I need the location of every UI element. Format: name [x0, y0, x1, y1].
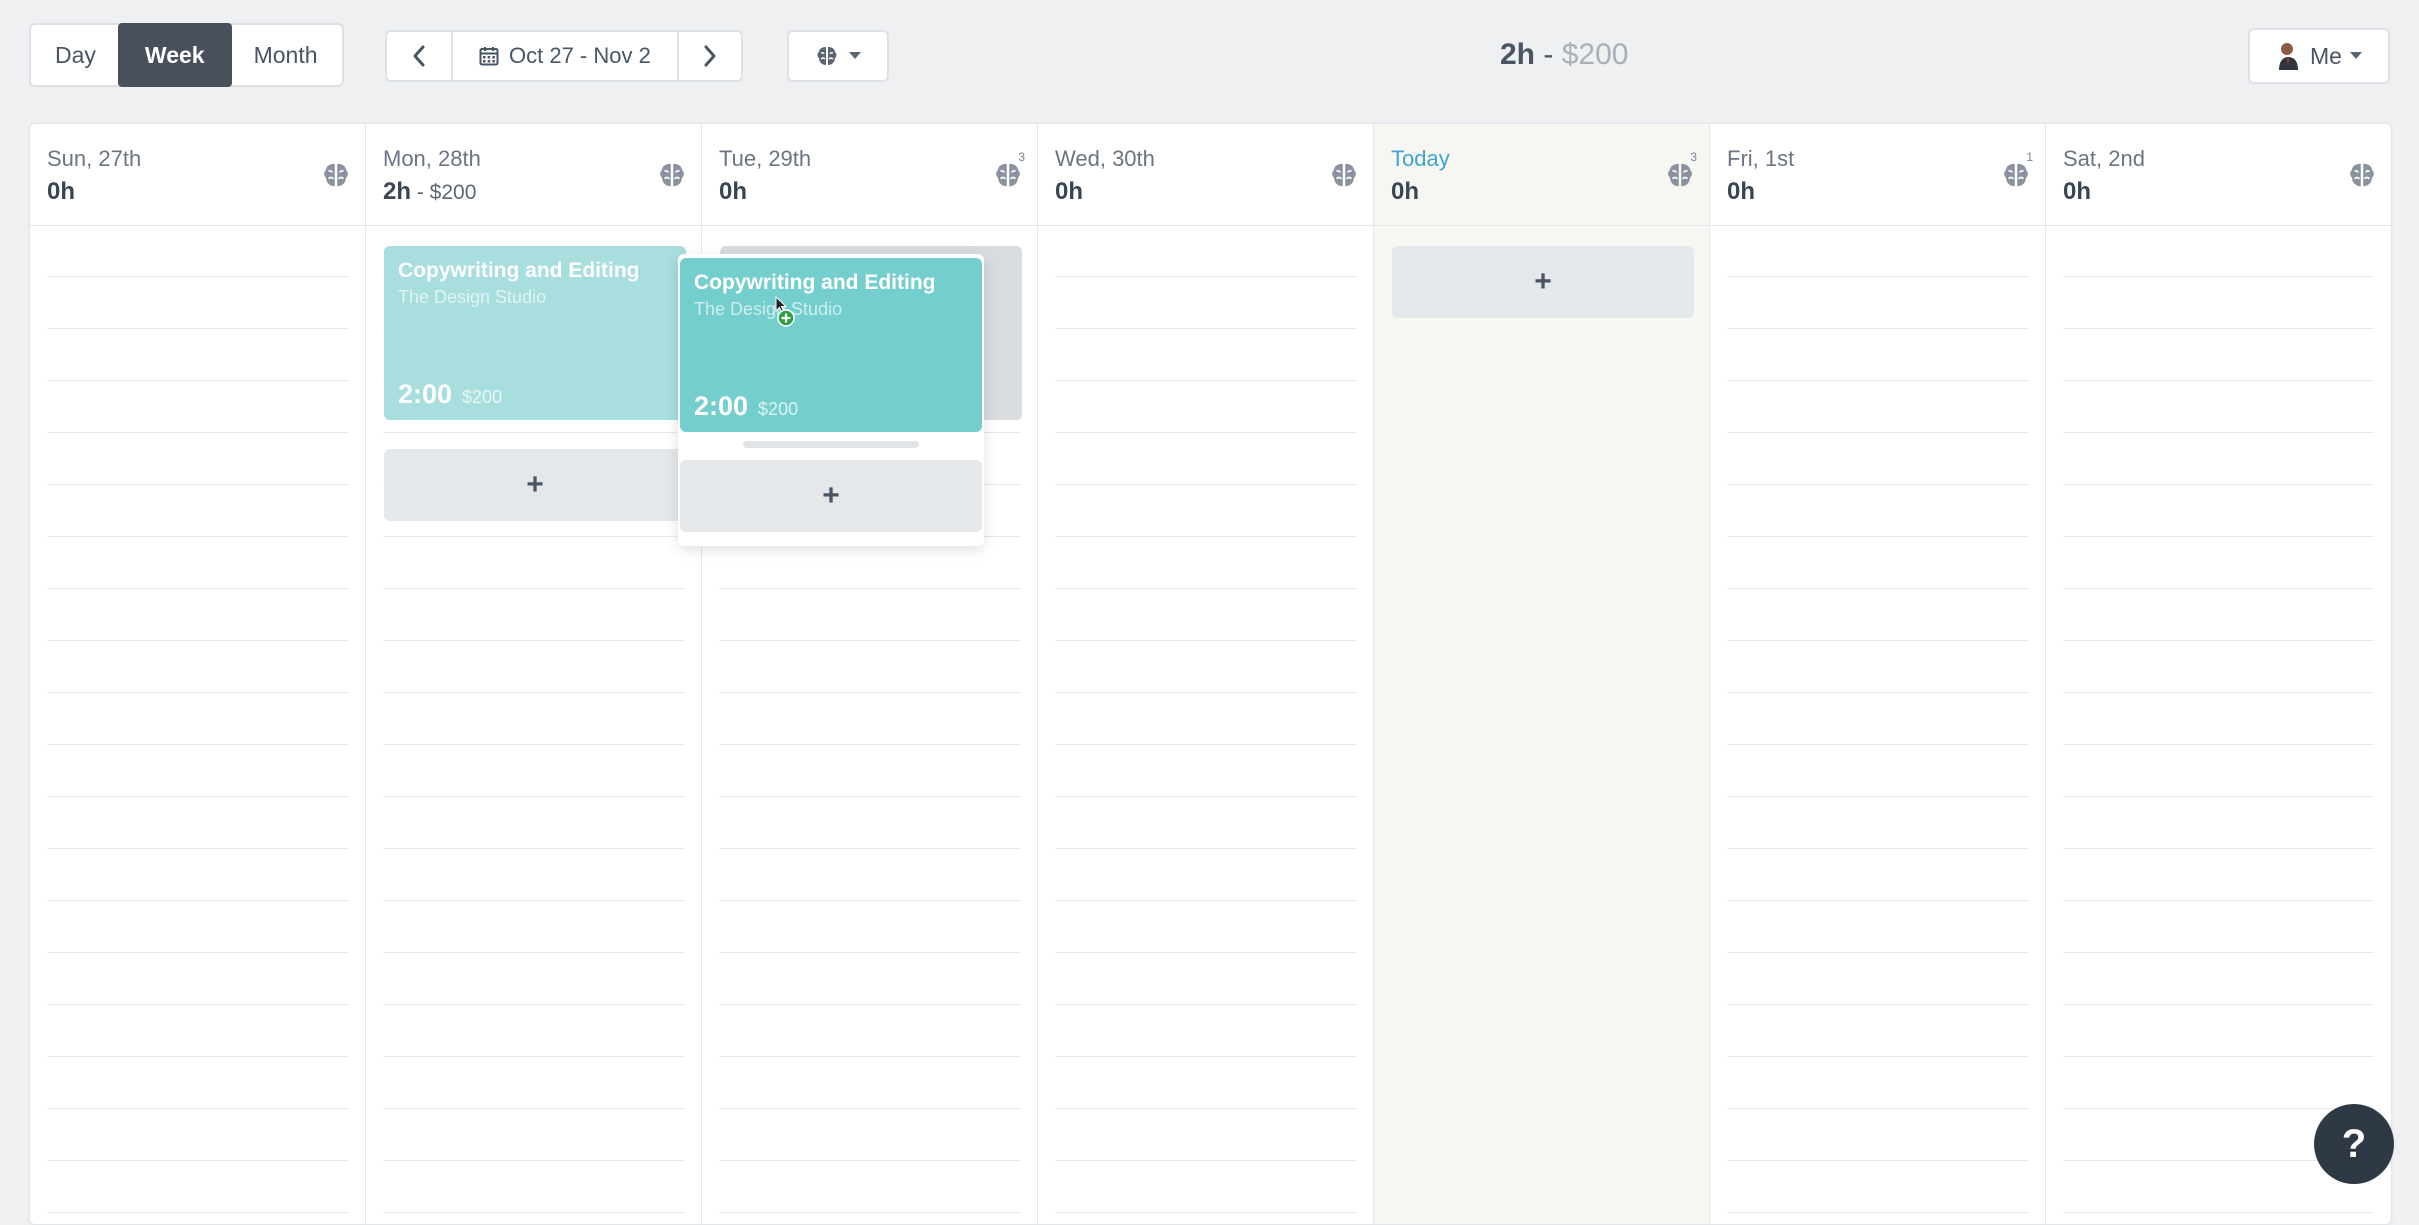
day-name: Sat, 2nd [2063, 146, 2145, 171]
time-grid[interactable] [2063, 226, 2374, 1224]
week-summary: 2h - $200 [1500, 38, 1628, 72]
day-column-fri: Fri, 1st 0h 1 [1710, 124, 2046, 1224]
chevron-left-icon [413, 45, 425, 67]
day-header: Mon, 28th 2h - $200 [366, 124, 701, 226]
entry-duration: 2:00 $200 [398, 379, 503, 409]
summary-separator: - [1543, 38, 1554, 71]
day-hours: 0h [1727, 178, 1756, 205]
drag-handle[interactable] [743, 441, 919, 448]
entry-client: The Design Studio [694, 299, 843, 319]
day-view-button[interactable]: Day [31, 25, 120, 85]
copy-plus-cursor-icon [775, 296, 795, 327]
brain-icon[interactable] [2347, 160, 2377, 190]
entry-amount: $200 [462, 387, 503, 407]
brain-icon [817, 47, 837, 65]
entry-title: Copywriting and Editing [398, 259, 640, 282]
add-entry-button[interactable]: + [384, 449, 686, 521]
time-grid[interactable] [1727, 226, 2028, 1224]
date-range-label: Oct 27 - Nov 2 [509, 43, 651, 68]
day-name: Tue, 29th [719, 146, 812, 171]
week-calendar: Sun, 27th 0h Mon, 28th 2h - $200 Copywri… [29, 123, 2392, 1225]
day-header: Sat, 2nd 0h [2046, 124, 2391, 226]
day-hours: 0h [2063, 178, 2092, 205]
day-name: Mon, 28th [383, 146, 481, 171]
caret-down-icon [2349, 52, 2362, 59]
day-column-mon: Mon, 28th 2h - $200 Copywriting and Edit… [366, 124, 702, 1224]
day-icon-badge: 3 [1018, 150, 1025, 164]
next-week-button[interactable] [676, 32, 741, 80]
entry-title: Copywriting and Editing [694, 271, 936, 294]
day-header: Sun, 27th 0h [30, 124, 365, 226]
brain-icon[interactable] [1329, 160, 1359, 190]
day-header: Today 0h 3 [1374, 124, 1709, 226]
calendar-icon [479, 47, 499, 66]
day-column-sun: Sun, 27th 0h [30, 124, 366, 1224]
add-entry-button[interactable]: + [1392, 246, 1694, 318]
day-column-sat: Sat, 2nd 0h [2046, 124, 2391, 1224]
brain-icon[interactable]: 3 [993, 150, 1025, 190]
brain-icon[interactable]: 1 [2001, 150, 2033, 190]
project-filter-dropdown[interactable] [787, 30, 889, 82]
date-range-button[interactable]: Oct 27 - Nov 2 [451, 32, 677, 80]
day-header: Fri, 1st 0h 1 [1710, 124, 2045, 226]
user-dropdown[interactable]: Me [2248, 28, 2390, 84]
date-navigator: Oct 27 - Nov 2 [385, 30, 743, 82]
dragged-entry-preview[interactable]: Copywriting and Editing The Design Studi… [678, 254, 984, 546]
caret-down-icon [849, 52, 861, 59]
avatar-icon [2279, 43, 2299, 70]
entry-duration: 2:00 $200 [694, 391, 799, 421]
add-entry-button[interactable]: + [680, 460, 982, 532]
dragged-time-entry-card[interactable]: Copywriting and Editing The Design Studi… [680, 258, 982, 432]
time-entry-card[interactable]: Copywriting and Editing The Design Studi… [384, 246, 686, 420]
entry-amount: $200 [758, 399, 799, 419]
brain-icon[interactable] [657, 160, 687, 190]
day-name: Sun, 27th [47, 146, 142, 171]
entry-client: The Design Studio [398, 287, 547, 307]
day-name: Wed, 30th [1055, 146, 1155, 171]
month-view-button[interactable]: Month [230, 25, 342, 85]
previous-week-button[interactable] [387, 32, 451, 80]
day-money: - $200 [411, 181, 477, 204]
day-header: Tue, 29th 0h 3 [702, 124, 1037, 226]
summary-hours: 2h [1500, 38, 1536, 71]
time-grid[interactable] [1055, 226, 1356, 1224]
summary-money: $200 [1561, 38, 1629, 71]
time-grid[interactable] [47, 226, 348, 1224]
day-icon-badge: 3 [1690, 150, 1697, 164]
day-hours: 0h [1055, 178, 1084, 205]
user-label: Me [2310, 42, 2342, 69]
help-button[interactable]: ? [2314, 1104, 2394, 1184]
week-view-button[interactable]: Week [117, 23, 232, 87]
brain-icon[interactable] [321, 160, 351, 190]
day-column-wed: Wed, 30th 0h [1038, 124, 1374, 1224]
day-header: Wed, 30th 0h [1038, 124, 1373, 226]
day-hours: 0h [1391, 178, 1420, 205]
day-name: Today [1391, 146, 1450, 171]
day-icon-badge: 1 [2026, 150, 2033, 164]
day-hours: 2h - $200 [383, 178, 477, 205]
view-switcher: Day Week Month [29, 23, 344, 87]
day-column-today: Today 0h 3 + [1374, 124, 1710, 1224]
chevron-right-icon [704, 45, 716, 67]
day-name: Fri, 1st [1727, 146, 1795, 171]
brain-icon[interactable]: 3 [1665, 150, 1697, 190]
day-hours: 0h [719, 178, 748, 205]
day-hours: 0h [47, 178, 76, 205]
